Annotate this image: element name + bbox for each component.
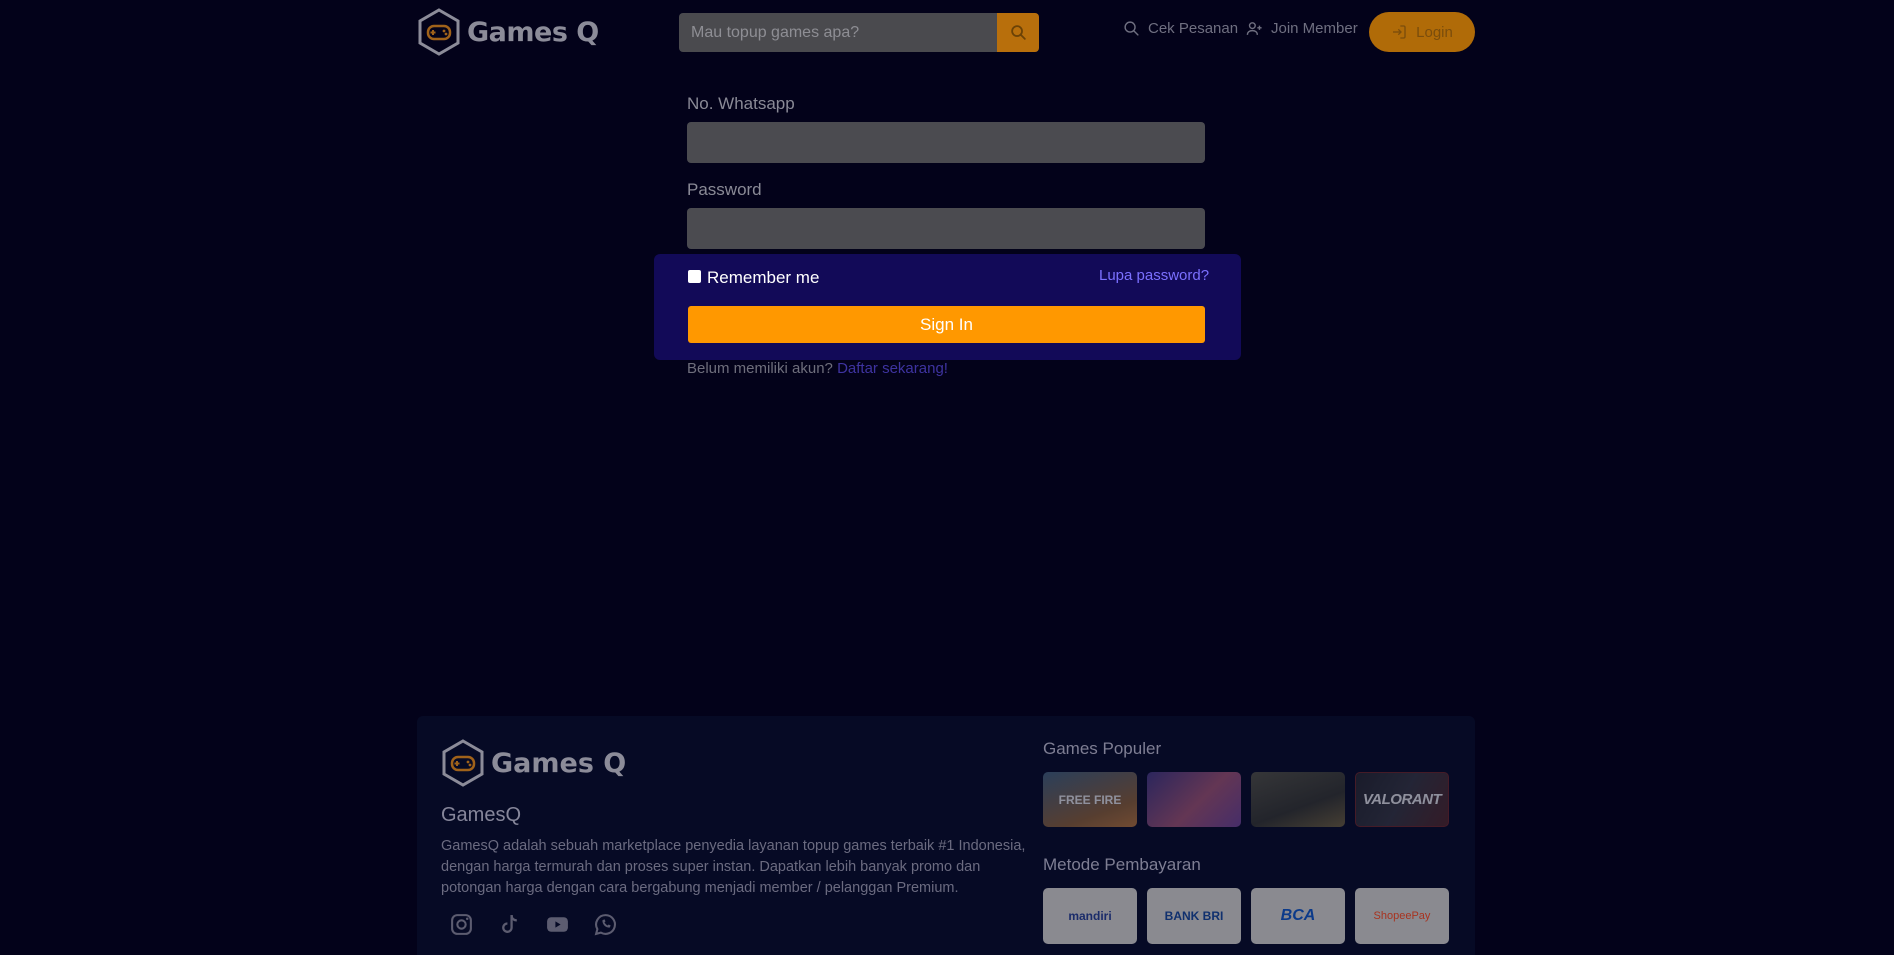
search-bar <box>679 13 1039 52</box>
youtube-icon[interactable] <box>545 912 570 937</box>
login-button[interactable]: Login <box>1369 12 1475 52</box>
remember-me[interactable]: Remember me <box>688 268 819 288</box>
search-input[interactable] <box>679 13 997 52</box>
search-icon <box>1124 21 1139 36</box>
register-link[interactable]: Daftar sekarang! <box>837 360 948 377</box>
popular-games-list: FREE FIRE VALORANT <box>1043 772 1449 827</box>
check-order-label: Cek Pesanan <box>1148 20 1239 37</box>
tiktok-icon[interactable] <box>497 912 522 937</box>
search-icon <box>1010 25 1026 40</box>
join-member-link[interactable]: Join Member <box>1246 20 1358 37</box>
instagram-icon[interactable] <box>449 912 474 937</box>
payment-mandiri: mandiri <box>1043 888 1137 944</box>
game-thumb-free-fire[interactable]: FREE FIRE <box>1043 772 1137 827</box>
password-label: Password <box>687 180 762 199</box>
payment-methods-list: mandiri BANK BRI BCA ShopeePay <box>1043 888 1449 944</box>
footer-logo-text: Games Q <box>491 747 627 779</box>
logo[interactable]: Games Q <box>417 8 599 56</box>
footer-logo[interactable]: Games Q <box>441 739 626 787</box>
gamepad-logo-icon <box>442 739 484 787</box>
register-prompt-text: Belum memiliki akun? <box>687 360 833 377</box>
forgot-password-link[interactable]: Lupa password? <box>1099 267 1209 284</box>
register-prompt: Belum memiliki akun? Daftar sekarang! <box>687 360 948 377</box>
game-thumb-valorant[interactable]: VALORANT <box>1355 772 1449 827</box>
password-field[interactable] <box>687 208 1205 249</box>
remember-checkbox[interactable] <box>688 269 701 283</box>
footer-description: GamesQ adalah sebuah marketplace penyedi… <box>441 838 1026 896</box>
game-thumb-mobile-legends[interactable] <box>1147 772 1241 827</box>
search-button[interactable] <box>997 13 1039 52</box>
header: Games Q Cek Pesanan Join Member <box>417 0 1475 64</box>
sign-in-button[interactable]: Sign In <box>688 306 1205 343</box>
payment-bca: BCA <box>1251 888 1345 944</box>
check-order-link[interactable]: Cek Pesanan <box>1123 20 1238 37</box>
login-label: Login <box>1416 23 1453 41</box>
remember-label: Remember me <box>707 268 820 287</box>
footer: Games Q GamesQ GamesQ adalah sebuah mark… <box>417 716 1475 955</box>
game-thumb-pubg[interactable] <box>1251 772 1345 827</box>
logo-text: Games Q <box>467 16 599 48</box>
footer-brand-name: GamesQ <box>441 804 522 826</box>
gamepad-logo-icon <box>418 8 460 56</box>
payment-methods-title: Metode Pembayaran <box>1043 855 1201 874</box>
login-icon <box>1393 25 1406 39</box>
popular-games-title: Games Populer <box>1043 739 1162 758</box>
payment-shopeepay: ShopeePay <box>1355 888 1449 944</box>
join-member-label: Join Member <box>1271 20 1358 37</box>
whatsapp-icon[interactable] <box>593 912 618 937</box>
whatsapp-field[interactable] <box>687 122 1205 163</box>
add-user-icon <box>1246 22 1262 35</box>
payment-bri: BANK BRI <box>1147 888 1241 944</box>
whatsapp-label: No. Whatsapp <box>687 94 795 113</box>
social-links <box>449 912 618 937</box>
